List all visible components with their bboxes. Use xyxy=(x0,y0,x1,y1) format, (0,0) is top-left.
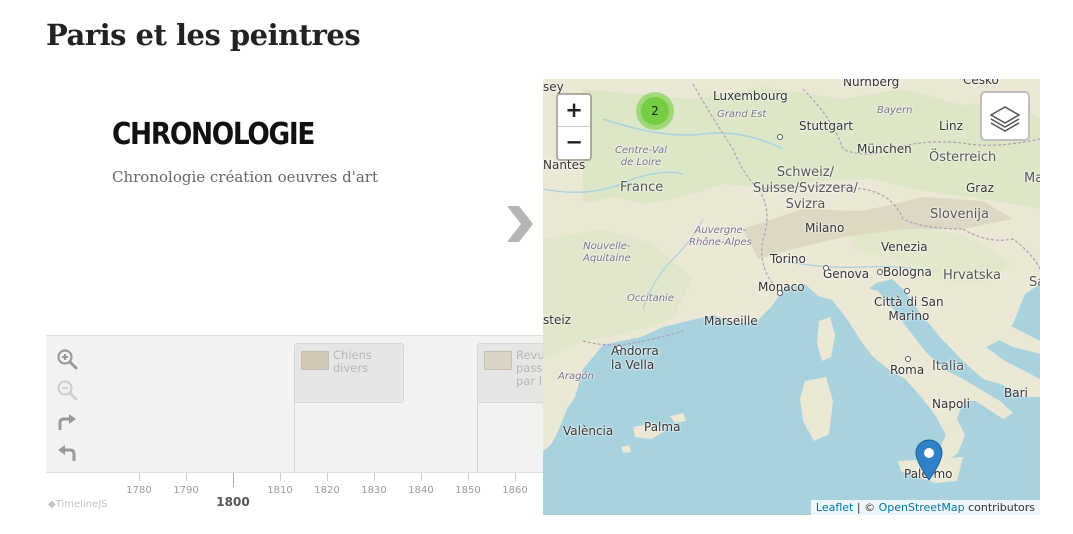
map-region-label: Nouvelle- Aquitaine xyxy=(583,241,631,264)
map-label: Luxembourg xyxy=(713,89,788,103)
axis-tick-major xyxy=(233,473,234,487)
map-country-label: France xyxy=(620,180,664,195)
map-country-label: Italia xyxy=(932,359,965,374)
marker-title: Revue passé par l xyxy=(516,348,543,388)
map-label: Linz xyxy=(939,119,963,133)
map-label: Palma xyxy=(644,420,681,434)
map-label: Venezia xyxy=(881,240,928,254)
city-dot xyxy=(877,269,883,275)
map-label: Marseille xyxy=(704,314,758,328)
marker-line xyxy=(294,401,295,478)
axis-tick-label: 1860 xyxy=(502,485,528,496)
redo-icon[interactable] xyxy=(56,411,78,433)
axis-tick xyxy=(515,473,516,481)
slide-subtitle: Chronologie création oeuvres d'art xyxy=(112,168,379,186)
map-label: Bari xyxy=(1004,386,1028,400)
axis-tick-label-major: 1800 xyxy=(216,495,250,509)
zoom-in-icon[interactable] xyxy=(56,348,78,370)
zoom-in-button[interactable]: + xyxy=(558,95,590,126)
map-pin-icon[interactable] xyxy=(915,439,943,481)
city-dot xyxy=(904,288,910,294)
timeline-marker[interactable]: Revue passé par l xyxy=(477,343,543,403)
marker-cluster[interactable]: 2 xyxy=(636,92,674,130)
map-panel[interactable]: Nürnberg Česko sey Luxembourg Grand Est … xyxy=(543,79,1040,515)
axis-tick xyxy=(374,473,375,481)
marker-thumbnail xyxy=(484,351,512,370)
axis-tick xyxy=(280,473,281,481)
map-label: Milano xyxy=(805,221,845,235)
axis-tick-label: 1850 xyxy=(455,485,481,496)
map-label: München xyxy=(857,142,912,156)
map-region-label: Grand Est xyxy=(717,109,767,120)
marker-thumbnail xyxy=(301,351,329,370)
attribution-suffix: contributors xyxy=(964,501,1035,514)
axis-tick-label: 1830 xyxy=(361,485,387,496)
map-label: València xyxy=(563,424,614,438)
layers-button[interactable] xyxy=(980,91,1030,141)
map-label: Nürnberg xyxy=(843,79,900,89)
map-label: Stuttgart xyxy=(799,119,853,133)
city-dot xyxy=(777,290,783,296)
osm-link[interactable]: OpenStreetMap xyxy=(879,501,965,514)
map-attribution: Leaflet | © OpenStreetMap contributors xyxy=(810,500,1040,515)
map-country-label: Slovenija xyxy=(930,207,989,222)
axis-tick xyxy=(327,473,328,481)
map-country-label: Sa xyxy=(1029,275,1040,290)
cluster-count: 2 xyxy=(641,97,669,125)
map-label: sey xyxy=(543,80,564,94)
timeline-marker[interactable]: Chiens divers xyxy=(294,343,404,403)
brand-label: TimelineJS xyxy=(55,499,108,510)
axis-tick-label: 1780 xyxy=(126,485,152,496)
diamond-icon: ◆ xyxy=(48,499,56,510)
map-label: steiz xyxy=(543,313,571,327)
marker-line xyxy=(477,401,478,478)
leaflet-link[interactable]: Leaflet xyxy=(816,501,853,514)
timeline-panel: CHRONOLOGIE Chronologie création oeuvres… xyxy=(46,79,543,515)
axis-tick-label: 1840 xyxy=(408,485,434,496)
map-region-label: Occitanie xyxy=(627,293,674,304)
map-country-label: Ma xyxy=(1024,171,1040,186)
marker-title: Chiens divers xyxy=(333,348,372,375)
map-region-label: Bayern xyxy=(877,105,913,116)
map-label: Città di San Marino xyxy=(874,295,944,323)
zoom-control: + − xyxy=(556,93,592,161)
city-dot xyxy=(616,345,622,351)
map-label: Genova xyxy=(823,267,870,281)
city-dot xyxy=(823,265,829,271)
axis-tick-label: 1810 xyxy=(267,485,293,496)
map-region-label: Aragón xyxy=(558,371,594,382)
map-label: Bologna xyxy=(883,265,932,279)
attribution-separator: | © xyxy=(853,501,879,514)
map-label: Napoli xyxy=(932,397,970,411)
timelinejs-brand: ◆TimelineJS xyxy=(48,499,108,510)
axis-tick-label: 1790 xyxy=(173,485,199,496)
map-label: Graz xyxy=(966,181,994,195)
time-axis[interactable]: 1780 1790 1800 1810 1820 1830 1840 1850 … xyxy=(46,472,543,515)
map-region-label: Auvergne- Rhône-Alpes xyxy=(689,225,752,248)
map-label: Česko xyxy=(963,79,999,87)
map-country-label: Schweiz/ Suisse/Svizzera/ Svizra xyxy=(753,165,858,212)
map-region-label: Centre-Val de Loire xyxy=(615,145,667,168)
map-country-label: Österreich xyxy=(929,150,997,165)
axis-tick xyxy=(139,473,140,481)
layers-icon xyxy=(989,106,1021,132)
slide-title: CHRONOLOGIE xyxy=(112,117,315,152)
back-icon[interactable] xyxy=(56,442,78,464)
axis-tick xyxy=(186,473,187,481)
next-slide-chevron-icon[interactable] xyxy=(505,204,535,244)
page-title: Paris et les peintres xyxy=(46,18,361,52)
map-label: Roma xyxy=(890,363,925,377)
zoom-out-icon[interactable] xyxy=(56,379,78,401)
city-dot xyxy=(905,356,911,362)
zoom-out-button[interactable]: − xyxy=(558,126,590,158)
map-label: Torino xyxy=(770,252,806,266)
axis-tick xyxy=(468,473,469,481)
city-dot xyxy=(777,134,783,140)
axis-tick-label: 1820 xyxy=(314,485,340,496)
map-country-label: Hrvatska xyxy=(943,268,1001,283)
axis-tick xyxy=(421,473,422,481)
